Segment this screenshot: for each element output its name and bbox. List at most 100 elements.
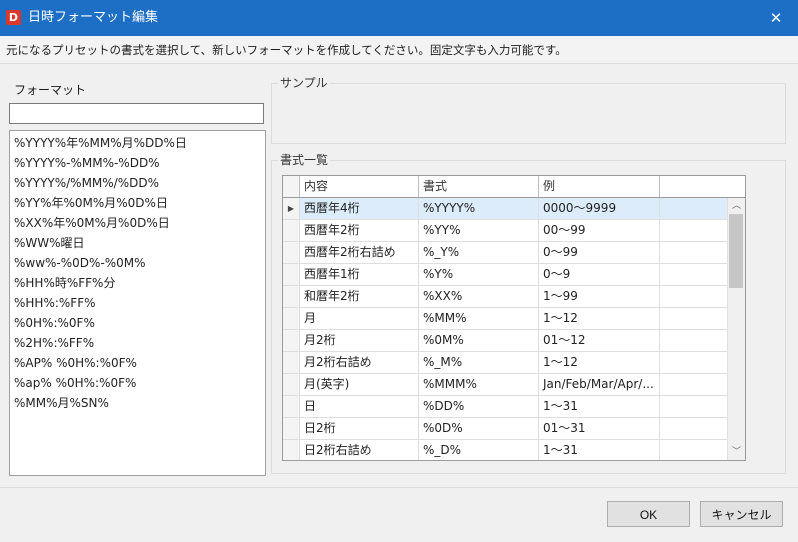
table-row[interactable]: 月 %MM% 1～12	[283, 308, 745, 330]
content-cell[interactable]: 西暦年4桁	[300, 198, 419, 219]
table-row[interactable]: 西暦年2桁右詰め %_Y% 0～99	[283, 242, 745, 264]
row-header-corner	[283, 176, 300, 197]
row-header[interactable]	[283, 330, 300, 351]
scroll-thumb[interactable]	[729, 214, 743, 288]
format-preset-item[interactable]: %MM%月%SN%	[10, 393, 265, 413]
app-icon: D	[6, 10, 21, 25]
content-cell[interactable]: 和暦年2桁	[300, 286, 419, 307]
table-row[interactable]: 月(英字) %MMM% Jan/Feb/Mar/Apr/...	[283, 374, 745, 396]
format-cell[interactable]: %_Y%	[419, 242, 539, 263]
format-cell[interactable]: %DD%	[419, 396, 539, 417]
title-bar: D 日時フォーマット編集 ✕	[0, 0, 798, 36]
example-cell[interactable]: 0000～9999	[539, 198, 660, 219]
format-preset-item[interactable]: %AP% %0H%:%0F%	[10, 353, 265, 373]
cancel-button[interactable]: キャンセル	[700, 501, 783, 527]
row-header[interactable]	[283, 374, 300, 395]
format-preset-item[interactable]: %ww%-%0D%-%0M%	[10, 253, 265, 273]
format-preset-item[interactable]: %HH%:%FF%	[10, 293, 265, 313]
ok-button[interactable]: OK	[607, 501, 690, 527]
content-cell[interactable]: 日	[300, 396, 419, 417]
row-header[interactable]	[283, 396, 300, 417]
example-cell[interactable]: 1～31	[539, 396, 660, 417]
sample-group: サンプル	[271, 75, 786, 144]
content-cell[interactable]: 西暦年2桁右詰め	[300, 242, 419, 263]
format-cell[interactable]: %YY%	[419, 220, 539, 241]
format-preset-item[interactable]: %HH%時%FF%分	[10, 273, 265, 293]
example-cell[interactable]: 0～9	[539, 264, 660, 285]
row-header[interactable]	[283, 440, 300, 460]
description-bar: 元になるプリセットの書式を選択して、新しいフォーマットを作成してください。固定文…	[0, 36, 798, 64]
content-cell[interactable]: 西暦年2桁	[300, 220, 419, 241]
close-button[interactable]: ✕	[762, 6, 790, 30]
format-input[interactable]	[9, 103, 264, 124]
row-header[interactable]	[283, 264, 300, 285]
row-header[interactable]	[283, 220, 300, 241]
table-row[interactable]: 和暦年2桁 %XX% 1～99	[283, 286, 745, 308]
example-cell[interactable]: Jan/Feb/Mar/Apr/...	[539, 374, 660, 395]
format-cell[interactable]: %0M%	[419, 330, 539, 351]
scroll-up-arrow-icon[interactable]: ︿	[728, 198, 745, 214]
content-cell[interactable]: 西暦年1桁	[300, 264, 419, 285]
format-preset-item[interactable]: %2H%:%FF%	[10, 333, 265, 353]
format-preset-item[interactable]: %WW%曜日	[10, 233, 265, 253]
column-header-content[interactable]: 内容	[300, 176, 419, 197]
example-cell[interactable]: 1～31	[539, 440, 660, 460]
example-cell[interactable]: 0～99	[539, 242, 660, 263]
format-preset-item[interactable]: %ap% %0H%:%0F%	[10, 373, 265, 393]
column-header-example[interactable]: 例	[539, 176, 660, 197]
format-preset-item[interactable]: %XX%年%0M%月%0D%日	[10, 213, 265, 233]
content-cell[interactable]: 月	[300, 308, 419, 329]
scroll-down-arrow-icon[interactable]: ﹀	[728, 444, 745, 460]
format-cell[interactable]: %0D%	[419, 418, 539, 439]
row-header[interactable]	[283, 286, 300, 307]
format-cell[interactable]: %_D%	[419, 440, 539, 460]
format-cell[interactable]: %XX%	[419, 286, 539, 307]
table-row[interactable]: 日2桁 %0D% 01～31	[283, 418, 745, 440]
format-list-group: 書式一覧 内容 書式 例 ▶ 西暦年4桁 %YYYY% 0000～9999 西暦年2桁%…	[271, 152, 786, 474]
content-cell[interactable]: 月(英字)	[300, 374, 419, 395]
format-label: フォーマット	[14, 83, 87, 97]
format-preset-list[interactable]: %YYYY%年%MM%月%DD%日 %YYYY%-%MM%-%DD% %YYYY%/…	[9, 130, 266, 476]
format-cell[interactable]: %Y%	[419, 264, 539, 285]
grid-rows: ▶ 西暦年4桁 %YYYY% 0000～9999 西暦年2桁 %YY% 00～99 西暦年2桁…	[283, 198, 745, 460]
format-preset-item[interactable]: %YYYY%/%MM%/%DD%	[10, 173, 265, 193]
format-grid[interactable]: 内容 書式 例 ▶ 西暦年4桁 %YYYY% 0000～9999 西暦年2桁 %YY% 00…	[282, 175, 746, 461]
row-header[interactable]	[283, 418, 300, 439]
format-preset-item[interactable]: %YYYY%年%MM%月%DD%日	[10, 133, 265, 153]
row-header[interactable]	[283, 242, 300, 263]
table-row[interactable]: ▶ 西暦年4桁 %YYYY% 0000～9999	[283, 198, 745, 220]
column-header-format[interactable]: 書式	[419, 176, 539, 197]
table-row[interactable]: 月2桁 %0M% 01～12	[283, 330, 745, 352]
table-row[interactable]: 月2桁右詰め %_M% 1～12	[283, 352, 745, 374]
content-cell[interactable]: 日2桁右詰め	[300, 440, 419, 460]
format-cell[interactable]: %MM%	[419, 308, 539, 329]
grid-header: 内容 書式 例	[283, 176, 745, 198]
format-cell[interactable]: %_M%	[419, 352, 539, 373]
vertical-scrollbar[interactable]: ︿ ﹀	[727, 198, 745, 460]
table-row[interactable]: 日 %DD% 1～31	[283, 396, 745, 418]
example-cell[interactable]: 1～12	[539, 308, 660, 329]
table-row[interactable]: 西暦年2桁 %YY% 00～99	[283, 220, 745, 242]
window-title: 日時フォーマット編集	[28, 10, 159, 25]
example-cell[interactable]: 01～31	[539, 418, 660, 439]
row-header[interactable]	[283, 352, 300, 373]
content-cell[interactable]: 日2桁	[300, 418, 419, 439]
format-cell[interactable]: %MMM%	[419, 374, 539, 395]
row-header[interactable]	[283, 308, 300, 329]
example-cell[interactable]: 1～12	[539, 352, 660, 373]
table-row[interactable]: 西暦年1桁 %Y% 0～9	[283, 264, 745, 286]
row-header[interactable]: ▶	[283, 198, 300, 219]
format-preset-item[interactable]: %YY%年%0M%月%0D%日	[10, 193, 265, 213]
content-cell[interactable]: 月2桁右詰め	[300, 352, 419, 373]
example-cell[interactable]: 00～99	[539, 220, 660, 241]
table-row[interactable]: 日2桁右詰め %_D% 1～31	[283, 440, 745, 460]
sample-title: サンプル	[278, 75, 330, 91]
content-cell[interactable]: 月2桁	[300, 330, 419, 351]
column-header-blank	[660, 176, 745, 197]
format-cell[interactable]: %YYYY%	[419, 198, 539, 219]
dialog-body: フォーマット %YYYY%年%MM%月%DD%日 %YYYY%-%MM%-%DD%…	[0, 64, 798, 487]
example-cell[interactable]: 01～12	[539, 330, 660, 351]
format-preset-item[interactable]: %0H%:%0F%	[10, 313, 265, 333]
example-cell[interactable]: 1～99	[539, 286, 660, 307]
format-preset-item[interactable]: %YYYY%-%MM%-%DD%	[10, 153, 265, 173]
